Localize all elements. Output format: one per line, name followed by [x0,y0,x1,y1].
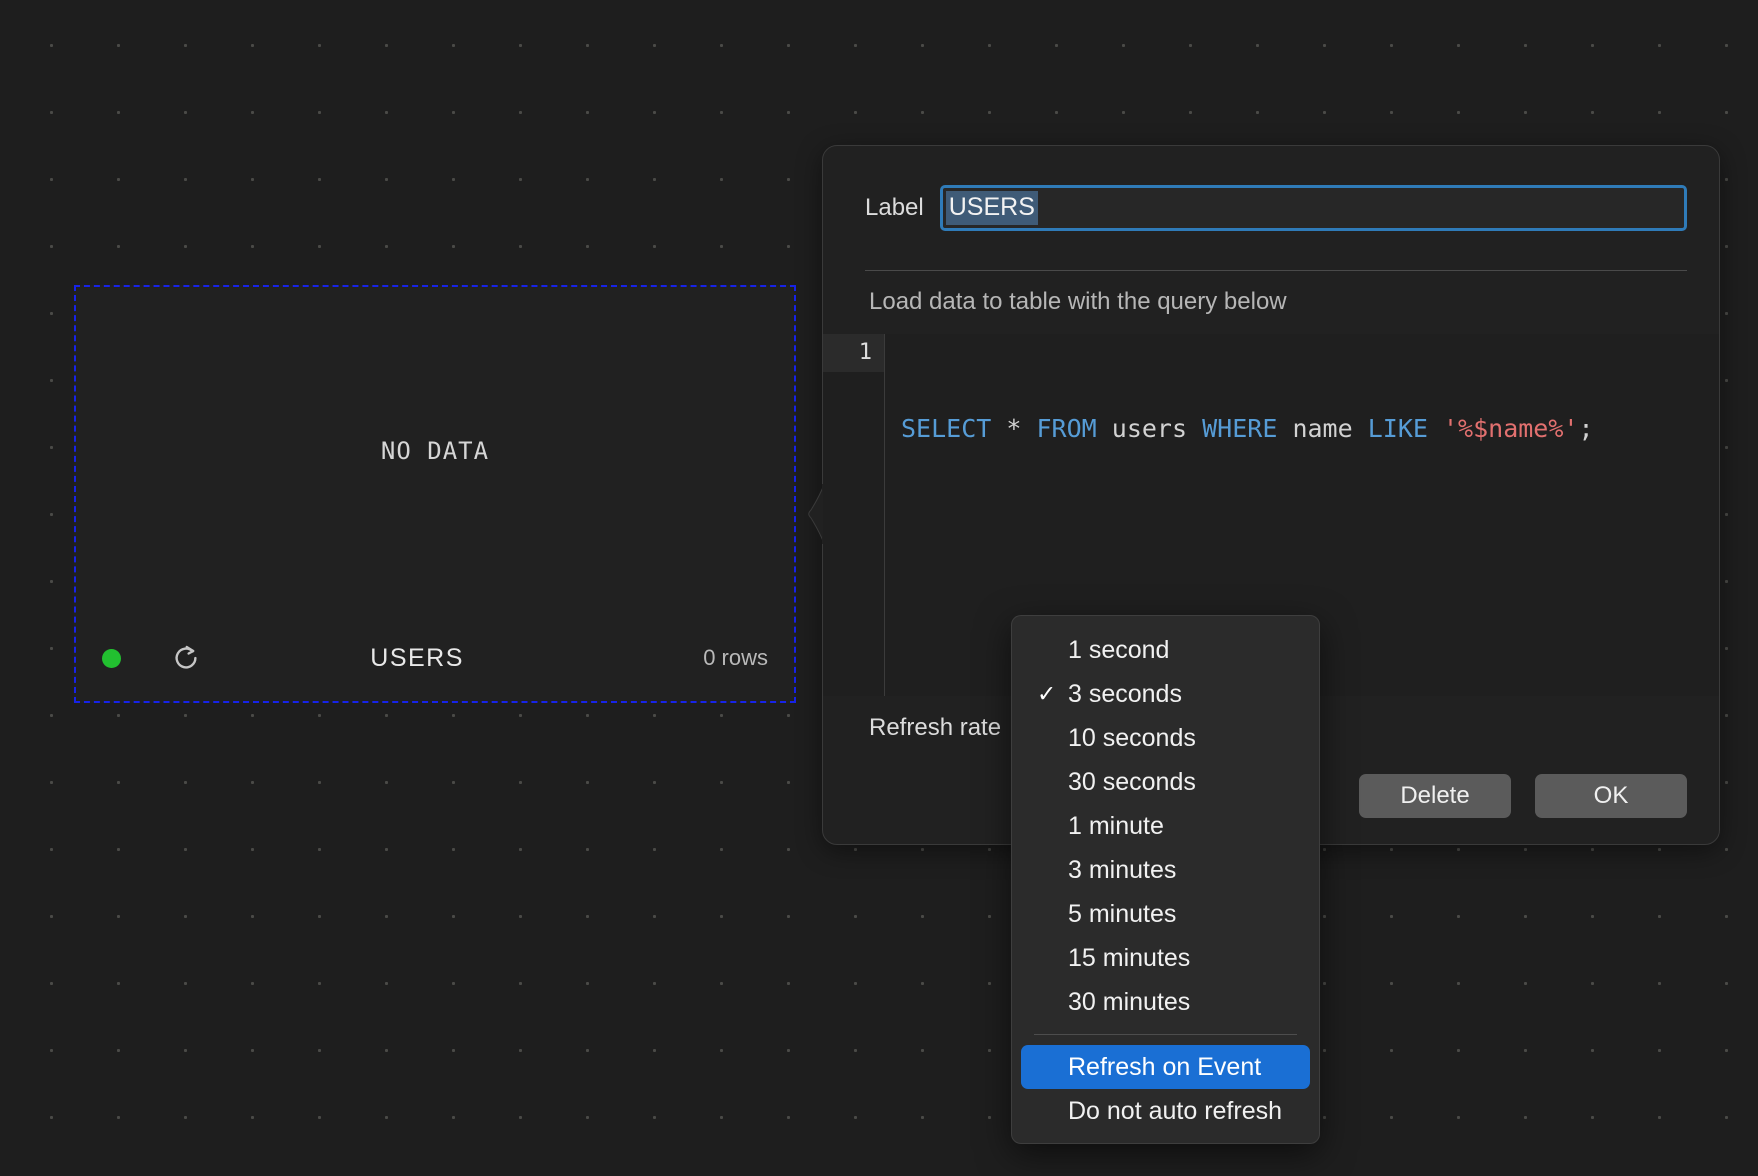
sql-token-keyword: FROM [1036,414,1097,443]
menu-item-30-seconds[interactable]: 30 seconds [1021,760,1310,804]
refresh-rate-dropdown-menu[interactable]: 1 second ✓ 3 seconds 10 seconds 30 seconds 1 … [1011,615,1320,1144]
menu-item-3-minutes[interactable]: 3 minutes [1021,848,1310,892]
sql-token-plain [1097,414,1112,443]
sql-token-keyword: SELECT [901,414,992,443]
menu-item-label: 1 second [1068,635,1170,664]
sql-token-plain [1021,414,1036,443]
sql-token-operator: ; [1578,414,1594,443]
menu-item-label: 1 minute [1068,811,1164,840]
check-icon: ✓ [1037,680,1057,707]
sql-token-identifier: users [1111,414,1188,443]
sql-token-keyword: LIKE [1367,414,1428,443]
delete-button[interactable]: Delete [1359,774,1511,818]
menu-item-do-not-auto-refresh[interactable]: Do not auto refresh [1021,1089,1310,1133]
sql-token-plain [1353,414,1368,443]
query-caption: Load data to table with the query below [869,288,1287,315]
label-input[interactable]: USERS [939,185,1687,231]
menu-item-refresh-on-event[interactable]: Refresh on Event [1021,1045,1310,1089]
panel-divider [865,270,1687,271]
table-widget[interactable]: NO DATA USERS 0 rows [74,285,796,703]
sql-token-identifier: name [1292,414,1353,443]
editor-gutter: 1 [823,334,885,696]
no-data-label: NO DATA [380,437,490,465]
menu-item-label: 30 minutes [1068,987,1191,1016]
menu-item-1-minute[interactable]: 1 minute [1021,804,1310,848]
editor-line-number: 1 [823,334,884,372]
menu-item-label: 3 seconds [1068,679,1182,708]
sql-token-string: '%$name%' [1443,414,1579,443]
sql-token-plain [1277,414,1292,443]
menu-item-3-seconds[interactable]: ✓ 3 seconds [1021,672,1310,716]
menu-item-label: 10 seconds [1068,723,1196,752]
editor-code-line: SELECT * FROM users WHERE name LIKE '%$n… [901,410,1719,448]
table-widget-title: USERS [370,643,464,672]
label-row: Label USERS [823,178,1719,238]
menu-item-label: Refresh on Event [1068,1052,1262,1081]
refresh-rate-label: Refresh rate [869,714,1002,741]
sql-token-operator: * [1006,414,1022,443]
menu-item-label: 15 minutes [1068,943,1191,972]
menu-item-label: Do not auto refresh [1068,1096,1283,1125]
sql-token-plain [1187,414,1202,443]
table-widget-body: NO DATA [76,287,794,615]
label-input-value: USERS [945,191,1038,225]
ok-button[interactable]: OK [1535,774,1687,818]
sql-token-keyword: WHERE [1202,414,1278,443]
sql-token-plain [1428,414,1443,443]
menu-item-10-seconds[interactable]: 10 seconds [1021,716,1310,760]
menu-item-1-second[interactable]: 1 second [1021,628,1310,672]
row-count-label: 0 rows [703,645,768,670]
menu-item-label: 30 seconds [1068,767,1196,796]
sql-token-plain [991,414,1006,443]
panel-pointer-tail [798,484,824,544]
menu-item-5-minutes[interactable]: 5 minutes [1021,892,1310,936]
panel-button-group: Delete OK [1359,774,1687,818]
menu-item-30-minutes[interactable]: 30 minutes [1021,980,1310,1024]
status-indicator-dot [102,648,121,668]
table-widget-footer: USERS 0 rows [76,615,794,701]
menu-item-label: 5 minutes [1068,899,1177,928]
label-caption: Label [865,194,924,221]
menu-item-15-minutes[interactable]: 15 minutes [1021,936,1310,980]
menu-item-label: 3 minutes [1068,855,1177,884]
menu-separator [1034,1034,1297,1035]
